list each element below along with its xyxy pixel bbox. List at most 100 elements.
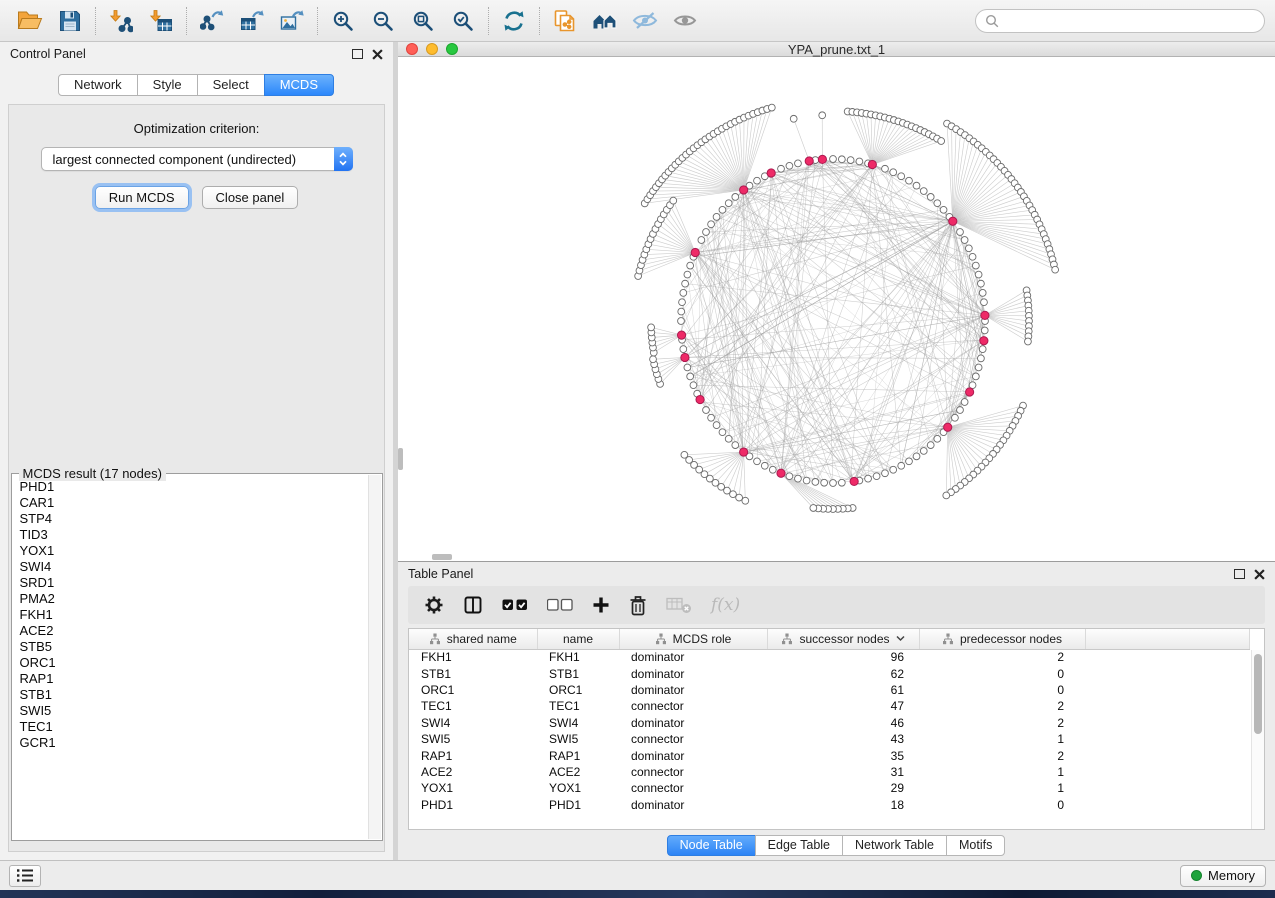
- delete-table-button-disabled[interactable]: [666, 596, 692, 614]
- deselect-all-columns-button[interactable]: [547, 598, 573, 612]
- zoom-in-button[interactable]: [323, 3, 363, 39]
- export-network-icon: [200, 9, 224, 33]
- column-header-filler: [1085, 629, 1250, 649]
- mcds-result-item[interactable]: STB1: [20, 687, 368, 703]
- tab-network[interactable]: Network: [58, 74, 138, 96]
- float-table-panel-icon[interactable]: [1234, 569, 1245, 579]
- splitter-handle-horizontal[interactable]: [432, 554, 452, 560]
- eye-icon: [673, 12, 697, 29]
- hide-selected-button[interactable]: [625, 3, 665, 39]
- close-window-icon[interactable]: [406, 43, 418, 55]
- search-input[interactable]: [1005, 14, 1255, 28]
- tab-mcds[interactable]: MCDS: [264, 74, 334, 96]
- mcds-result-item[interactable]: ACE2: [20, 623, 368, 639]
- zoom-window-icon[interactable]: [446, 43, 458, 55]
- import-table-button[interactable]: [141, 3, 181, 39]
- splitter-handle-vertical[interactable]: [398, 448, 403, 470]
- column-header-mcds-role[interactable]: MCDS role: [619, 629, 767, 649]
- first-neighbors-button[interactable]: [585, 3, 625, 39]
- copy-style-button[interactable]: [545, 3, 585, 39]
- show-column-panel-button[interactable]: [463, 595, 483, 615]
- zoom-fit-button[interactable]: [403, 3, 443, 39]
- close-table-panel-icon[interactable]: [1254, 569, 1265, 580]
- tab-node-table[interactable]: Node Table: [667, 835, 756, 856]
- table-panel-header: Table Panel: [398, 562, 1275, 586]
- table-row[interactable]: SWI4SWI4dominator462: [409, 715, 1250, 731]
- column-header-successor-nodes[interactable]: successor nodes: [767, 629, 919, 649]
- close-panel-icon[interactable]: [372, 49, 383, 60]
- table-tabs: Node Table Edge Table Network Table Moti…: [398, 830, 1275, 860]
- network-graph[interactable]: [398, 57, 1270, 556]
- mcds-result-item[interactable]: RAP1: [20, 671, 368, 687]
- tab-network-table[interactable]: Network Table: [842, 835, 947, 856]
- export-image-button[interactable]: [272, 3, 312, 39]
- table-row[interactable]: RAP1RAP1dominator352: [409, 747, 1250, 763]
- table-row[interactable]: STB1STB1dominator620: [409, 665, 1250, 681]
- close-panel-button[interactable]: Close panel: [202, 186, 299, 209]
- mcds-result-item[interactable]: CAR1: [20, 495, 368, 511]
- mcds-result-item[interactable]: SWI5: [20, 703, 368, 719]
- tab-edge-table[interactable]: Edge Table: [755, 835, 843, 856]
- table-scrollbar[interactable]: [1251, 650, 1264, 829]
- table-scrollbar-thumb[interactable]: [1254, 654, 1262, 734]
- mcds-result-item[interactable]: STP4: [20, 511, 368, 527]
- table-row[interactable]: ORC1ORC1dominator610: [409, 682, 1250, 698]
- table-settings-button[interactable]: [424, 595, 444, 615]
- control-panel-header: Control Panel: [0, 42, 393, 66]
- zoom-selected-button[interactable]: [443, 3, 483, 39]
- tab-select[interactable]: Select: [197, 74, 265, 96]
- run-mcds-button[interactable]: Run MCDS: [95, 186, 189, 209]
- export-network-button[interactable]: [192, 3, 232, 39]
- minimize-window-icon[interactable]: [426, 43, 438, 55]
- tab-motifs[interactable]: Motifs: [946, 835, 1005, 856]
- mcds-result-item[interactable]: SWI4: [20, 559, 368, 575]
- mcds-result-item[interactable]: YOX1: [20, 543, 368, 559]
- export-table-button[interactable]: [232, 3, 272, 39]
- gear-icon: [424, 595, 444, 615]
- task-history-button[interactable]: [9, 865, 41, 887]
- table-row[interactable]: PHD1PHD1dominator180: [409, 797, 1250, 813]
- open-file-button[interactable]: [10, 3, 50, 39]
- import-network-icon: [109, 9, 133, 33]
- mcds-result-item[interactable]: FKH1: [20, 607, 368, 623]
- network-canvas[interactable]: [398, 57, 1275, 561]
- import-network-button[interactable]: [101, 3, 141, 39]
- table-panel-title: Table Panel: [408, 567, 473, 581]
- mcds-result-item[interactable]: TEC1: [20, 719, 368, 735]
- memory-button[interactable]: Memory: [1180, 865, 1266, 887]
- criterion-select[interactable]: largest connected component (undirected): [41, 147, 353, 171]
- toolbar-separator: [488, 7, 489, 35]
- mcds-result-item[interactable]: PMA2: [20, 591, 368, 607]
- control-panel-tabs: Network Style Select MCDS: [0, 66, 393, 100]
- table-row[interactable]: TEC1TEC1connector472: [409, 698, 1250, 714]
- delete-column-button[interactable]: [629, 595, 647, 616]
- mcds-result-item[interactable]: GCR1: [20, 735, 368, 751]
- show-all-button[interactable]: [665, 3, 705, 39]
- global-search[interactable]: [975, 9, 1265, 33]
- float-panel-icon[interactable]: [352, 49, 363, 59]
- mcds-result-item[interactable]: STB5: [20, 639, 368, 655]
- column-header-name[interactable]: name: [537, 629, 619, 649]
- workspace: Control Panel Network Style Select MCDS …: [0, 42, 1275, 860]
- select-all-columns-button[interactable]: [502, 598, 528, 612]
- table-row[interactable]: YOX1YOX1connector291: [409, 780, 1250, 796]
- table-row[interactable]: FKH1FKH1dominator962: [409, 649, 1250, 665]
- function-builder-button-disabled[interactable]: f(x): [711, 595, 740, 615]
- table-header-row: shared name name MCDS role successor nod…: [409, 629, 1250, 649]
- mcds-result-item[interactable]: TID3: [20, 527, 368, 543]
- zoom-fit-icon: [411, 9, 435, 33]
- hierarchy-icon: [429, 633, 441, 645]
- zoom-out-button[interactable]: [363, 3, 403, 39]
- table-row[interactable]: SWI5SWI5connector431: [409, 731, 1250, 747]
- column-header-predecessor-nodes[interactable]: predecessor nodes: [919, 629, 1085, 649]
- refresh-button[interactable]: [494, 3, 534, 39]
- result-scrollbar[interactable]: [368, 475, 381, 839]
- tab-style[interactable]: Style: [137, 74, 198, 96]
- mcds-result-item[interactable]: ORC1: [20, 655, 368, 671]
- column-header-shared-name[interactable]: shared name: [409, 629, 537, 649]
- table-row[interactable]: ACE2ACE2connector311: [409, 764, 1250, 780]
- save-session-button[interactable]: [50, 3, 90, 39]
- create-column-button[interactable]: [592, 596, 610, 614]
- mcds-result-item[interactable]: PHD1: [20, 479, 368, 495]
- mcds-result-item[interactable]: SRD1: [20, 575, 368, 591]
